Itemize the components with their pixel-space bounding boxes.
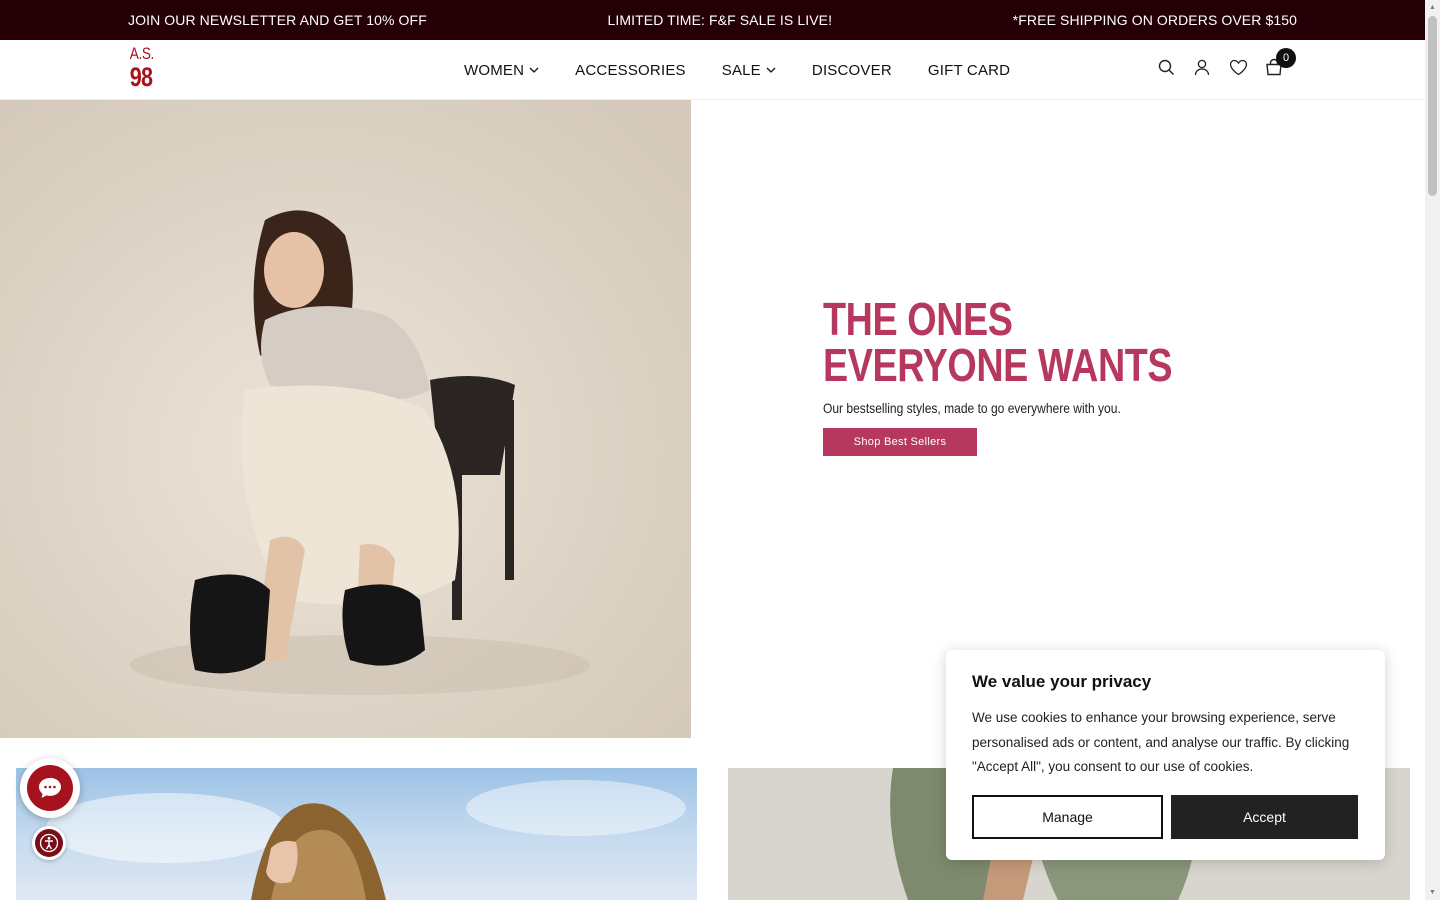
hero-title-line2: EVERYONE WANTS [823, 339, 1173, 391]
account-icon[interactable] [1191, 56, 1213, 78]
accept-cookies-button[interactable]: Accept [1171, 795, 1358, 839]
announcement-bar: JOIN OUR NEWSLETTER AND GET 10% OFF LIMI… [0, 0, 1425, 40]
hero-content: THE ONES EVERYONE WANTS Our bestselling … [823, 296, 1249, 456]
cookie-consent-dialog: We value your privacy We use cookies to … [946, 650, 1385, 860]
nav-item-discover[interactable]: DISCOVER [812, 62, 892, 79]
nav-item-accessories[interactable]: ACCESSORIES [575, 62, 686, 79]
scroll-down-arrow-icon[interactable]: ▼ [1428, 888, 1437, 897]
chevron-down-icon [529, 67, 539, 73]
newsletter-announcement[interactable]: JOIN OUR NEWSLETTER AND GET 10% OFF [128, 12, 427, 28]
sandal-photo-illustration [46, 780, 686, 900]
nav-label: WOMEN [464, 61, 525, 79]
nav-item-gift-card[interactable]: GIFT CARD [928, 62, 1010, 79]
hero-image[interactable] [0, 100, 691, 738]
scroll-up-arrow-icon[interactable]: ▲ [1428, 3, 1437, 12]
shop-best-sellers-button[interactable]: Shop Best Sellers [823, 428, 977, 456]
page-scrollbar[interactable]: ▲ ▼ [1425, 0, 1440, 900]
accessibility-button[interactable] [32, 826, 66, 860]
cookie-title: We value your privacy [972, 672, 1152, 691]
shipping-announcement: *FREE SHIPPING ON ORDERS OVER $150 [1012, 12, 1297, 28]
search-icon[interactable] [1155, 56, 1177, 78]
chat-launcher-button[interactable] [20, 758, 80, 818]
nav-label: GIFT CARD [927, 61, 1011, 79]
wishlist-heart-icon[interactable] [1227, 56, 1249, 78]
chat-icon [27, 765, 73, 811]
nav-item-sale[interactable]: SALE [722, 62, 776, 79]
nav-item-women[interactable]: WOMEN [464, 62, 539, 79]
logo-line1: A.S. [129, 44, 154, 63]
chevron-down-icon [766, 67, 776, 73]
cookie-actions: Manage Accept [972, 795, 1358, 839]
scrollbar-thumb[interactable] [1428, 16, 1437, 196]
nav-label: ACCESSORIES [575, 61, 686, 79]
brand-logo[interactable]: A.S. 98 [127, 45, 155, 95]
main-nav: WOMEN ACCESSORIES SALE DISCOVER GIFT CAR… [464, 40, 1046, 100]
hero-subtitle: Our bestselling styles, made to go every… [823, 400, 1121, 416]
manage-cookies-button[interactable]: Manage [972, 795, 1163, 839]
site-header: A.S. 98 WOMEN ACCESSORIES SALE DISCOVER … [0, 40, 1425, 100]
hero-photo-illustration [0, 100, 691, 738]
accessibility-icon [35, 829, 63, 857]
nav-label: DISCOVER [811, 61, 892, 79]
hero-title-line1: THE ONES [823, 293, 1013, 345]
sale-announcement[interactable]: LIMITED TIME: F&F SALE IS LIVE! [608, 12, 833, 28]
logo-line2: 98 [129, 62, 153, 92]
cart-count-badge: 0 [1276, 48, 1296, 68]
promo-tile-sandal[interactable] [16, 768, 697, 900]
nav-label: SALE [721, 61, 761, 79]
cookie-body: We use cookies to enhance your browsing … [972, 710, 1350, 774]
